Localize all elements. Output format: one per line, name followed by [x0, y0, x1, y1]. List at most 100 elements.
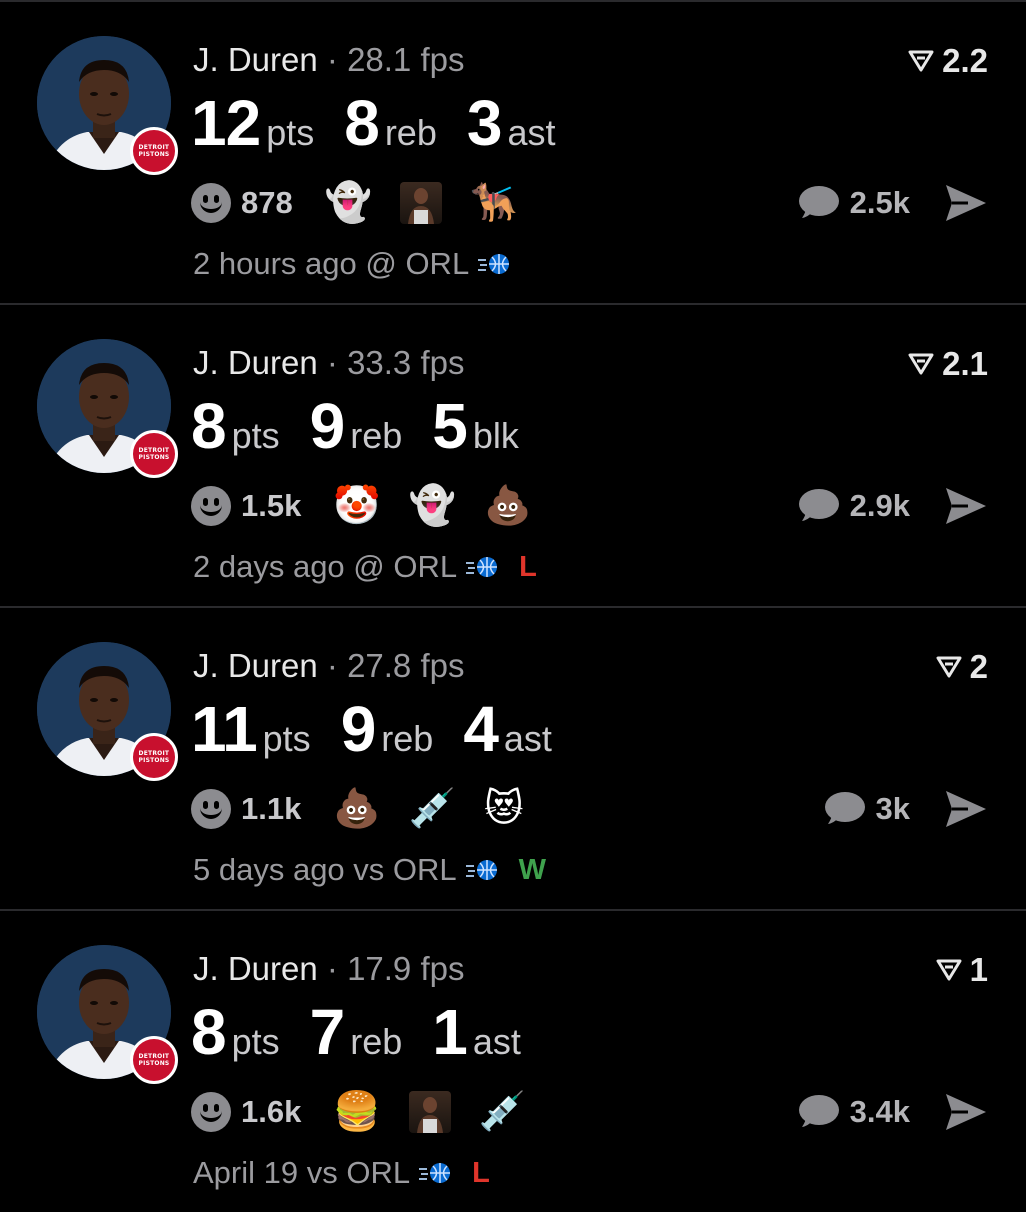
stat-value: 9	[340, 693, 377, 765]
stat-label: blk	[472, 415, 519, 456]
team-logo-badge: DETROIT PISTONS	[130, 127, 178, 175]
separator: ·	[326, 41, 338, 78]
add-reaction-icon[interactable]	[191, 486, 231, 526]
player-photo-reaction[interactable]	[408, 1091, 451, 1133]
reactions-row: 878 👻 🐕‍🦺	[191, 180, 545, 226]
stat-line: 11 pts 9 reb 4 ast	[191, 692, 582, 772]
comments-button[interactable]: 3.4k	[796, 1089, 910, 1135]
stat-label: pts	[266, 112, 315, 153]
team-badge-text: DETROIT PISTONS	[138, 750, 170, 764]
clown-emoji[interactable]: 🤡	[333, 483, 380, 529]
game-card[interactable]: DETROIT PISTONS J. Duren · 27.8 fps 11 pts…	[0, 606, 1026, 909]
heart-eyes-cat-emoji[interactable]: 😻	[484, 786, 524, 832]
rating-value: 1	[969, 951, 988, 988]
magic-logo-icon	[466, 557, 498, 577]
add-reaction-icon[interactable]	[191, 1092, 231, 1132]
team-logo-badge: DETROIT PISTONS	[130, 733, 178, 781]
rating-badge[interactable]: 2.2	[908, 42, 988, 80]
card-headline: J. Duren · 33.3 fps	[193, 341, 464, 385]
reactions-row: 1.6k 🍔 💉	[191, 1089, 554, 1135]
comment-count: 3.4k	[849, 1094, 910, 1129]
team-logo-badge: DETROIT PISTONS	[130, 430, 178, 478]
reaction-count[interactable]: 1.6k	[241, 1094, 301, 1130]
fantasy-points: 27.8 fps	[347, 647, 465, 684]
share-button[interactable]	[944, 183, 988, 228]
player-name[interactable]: J. Duren	[193, 41, 318, 78]
game-card[interactable]: DETROIT PISTONS J. Duren · 17.9 fps 8 pts 7…	[0, 909, 1026, 1212]
rating-badge[interactable]: 1	[936, 951, 988, 989]
team-logo-badge: DETROIT PISTONS	[130, 1036, 178, 1084]
stat-value: 8	[344, 87, 380, 159]
syringe-emoji[interactable]: 💉	[409, 786, 456, 832]
comments-button[interactable]: 3k	[822, 786, 910, 832]
rating-value: 2	[969, 648, 988, 685]
magic-logo-icon	[419, 1163, 451, 1183]
syringe-emoji[interactable]: 💉	[479, 1089, 526, 1135]
stat-value: 12	[191, 87, 261, 159]
poop-emoji[interactable]: 💩	[484, 483, 531, 529]
stat-label: reb	[384, 112, 437, 153]
player-photo-reaction[interactable]	[400, 182, 443, 224]
player-name[interactable]: J. Duren	[193, 950, 318, 987]
ghost-emoji[interactable]: 👻	[325, 180, 372, 226]
comments-button[interactable]: 2.9k	[796, 483, 910, 529]
game-meta: April 19 vs ORL L	[193, 1151, 490, 1195]
team-badge-text: DETROIT PISTONS	[138, 144, 170, 158]
hamburger-emoji[interactable]: 🍔	[333, 1089, 380, 1135]
stat-value: 8	[191, 390, 227, 462]
share-button[interactable]	[944, 1092, 988, 1137]
game-result: W	[518, 853, 547, 886]
share-button[interactable]	[944, 789, 988, 834]
rating-value: 2.2	[942, 42, 988, 79]
stat-label: reb	[350, 415, 403, 456]
stat-value: 3	[466, 87, 503, 159]
comment-bubble-icon	[798, 489, 839, 521]
separator: ·	[326, 344, 338, 381]
comment-bubble-icon	[798, 1095, 839, 1127]
separator: ·	[326, 950, 338, 987]
stat-label: ast	[472, 1021, 521, 1062]
stat-value: 7	[309, 996, 346, 1068]
rating-icon	[908, 353, 934, 375]
team-badge-text: DETROIT PISTONS	[138, 1053, 170, 1067]
stat-value: 1	[432, 996, 468, 1068]
rating-badge[interactable]: 2	[936, 648, 988, 686]
game-time: 2 hours ago	[193, 246, 357, 281]
service-dog-emoji[interactable]: 🐕‍🦺	[470, 180, 517, 226]
poop-emoji[interactable]: 💩	[333, 786, 380, 832]
add-reaction-icon[interactable]	[191, 183, 231, 223]
game-result: L	[519, 550, 537, 583]
comment-bubble-icon	[798, 186, 839, 218]
ghost-emoji[interactable]: 👻	[409, 483, 456, 529]
opponent[interactable]: vs ORL	[307, 1155, 410, 1191]
opponent[interactable]: @ ORL	[353, 549, 457, 585]
opponent[interactable]: @ ORL	[365, 246, 469, 282]
send-icon	[946, 791, 986, 827]
send-icon	[946, 488, 986, 524]
reaction-count[interactable]: 878	[241, 185, 293, 221]
game-card[interactable]: DETROIT PISTONS J. Duren · 33.3 fps 8 pts 9…	[0, 303, 1026, 606]
game-time: April 19	[193, 1155, 299, 1190]
share-button[interactable]	[944, 486, 988, 531]
reaction-count[interactable]: 1.5k	[241, 488, 301, 524]
game-time: 2 days ago	[193, 549, 345, 584]
fantasy-points: 28.1 fps	[347, 41, 465, 78]
stat-label: reb	[381, 718, 434, 759]
add-reaction-icon[interactable]	[191, 789, 231, 829]
team-badge-text: DETROIT PISTONS	[138, 447, 170, 461]
fantasy-points: 33.3 fps	[347, 344, 465, 381]
game-time: 5 days ago	[193, 852, 345, 887]
comments-button[interactable]: 2.5k	[796, 180, 910, 226]
rating-icon	[936, 656, 962, 678]
player-name[interactable]: J. Duren	[193, 647, 318, 684]
stat-label: pts	[231, 1021, 280, 1062]
opponent[interactable]: vs ORL	[353, 852, 456, 888]
rating-badge[interactable]: 2.1	[908, 345, 988, 383]
stat-label: reb	[350, 1021, 403, 1062]
reaction-count[interactable]: 1.1k	[241, 791, 301, 827]
game-card[interactable]: DETROIT PISTONS J. Duren · 28.1 fps 12 pts…	[0, 0, 1026, 303]
game-meta: 2 hours ago @ ORL	[193, 242, 531, 286]
player-name[interactable]: J. Duren	[193, 344, 318, 381]
rating-icon	[936, 959, 962, 981]
comment-bubble-icon	[824, 792, 865, 824]
